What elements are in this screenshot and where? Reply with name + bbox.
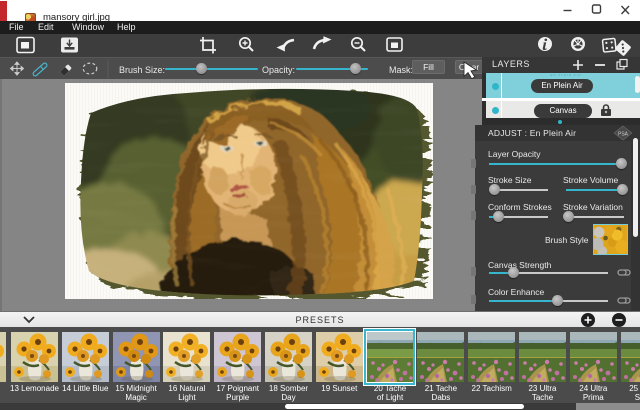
svg-text:PSA: PSA — [618, 132, 629, 138]
